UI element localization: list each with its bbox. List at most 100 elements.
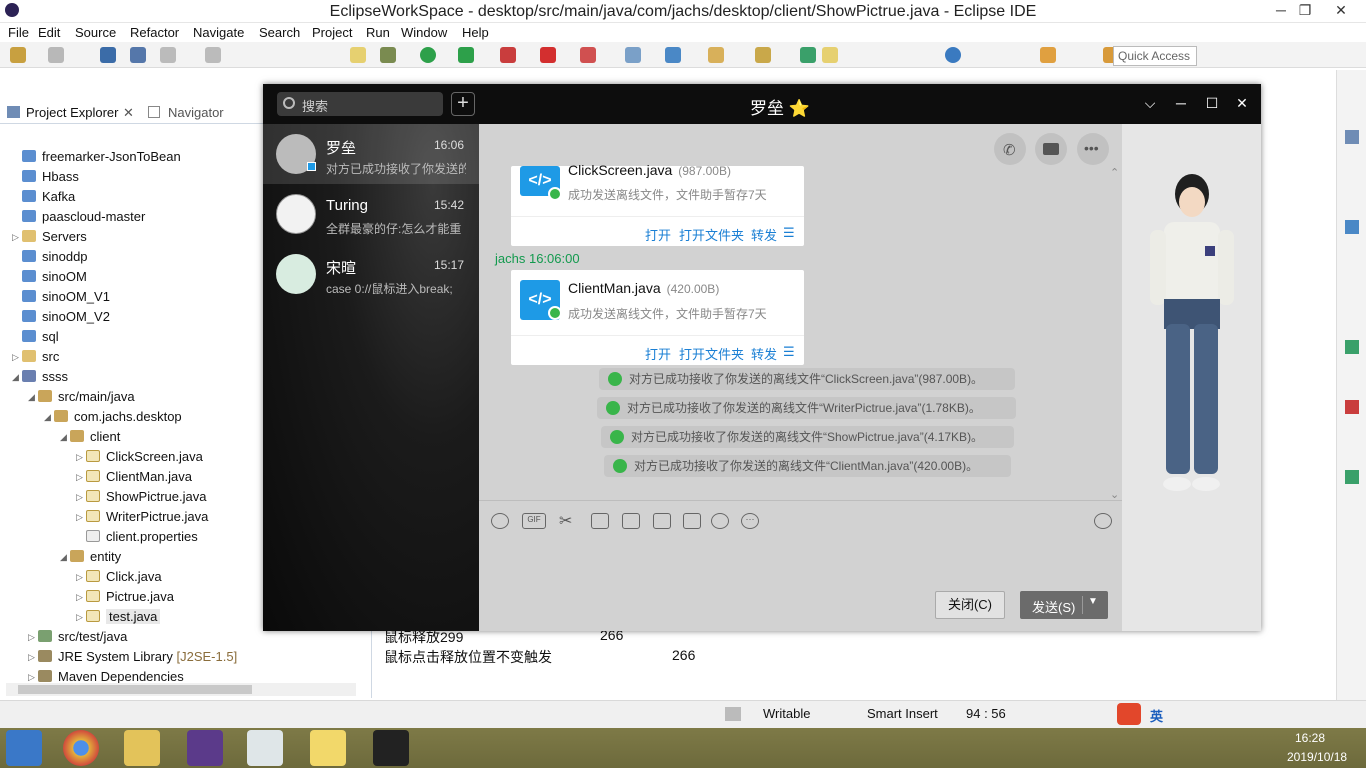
menu-project[interactable]: Project	[312, 25, 352, 40]
tree-item-selected[interactable]: test.java	[86, 607, 161, 627]
run-icon[interactable]	[420, 47, 436, 63]
tree-item[interactable]: Hbass	[22, 167, 79, 187]
new-class-icon[interactable]	[625, 47, 641, 63]
debug-icon[interactable]	[380, 47, 396, 63]
menu-source[interactable]: Source	[75, 25, 116, 40]
menu-file[interactable]: File	[8, 25, 29, 40]
sogou-ime-icon[interactable]	[1117, 703, 1141, 725]
menu-search[interactable]: Search	[259, 25, 300, 40]
tree-item[interactable]: src	[22, 347, 59, 367]
coverage-icon[interactable]	[458, 47, 474, 63]
qq-taskbar-icon[interactable]	[247, 730, 283, 766]
maximize-icon[interactable]: ❐	[1290, 2, 1320, 19]
tree-item[interactable]: WriterPictrue.java	[86, 507, 208, 527]
skip-breakpoints-icon[interactable]	[130, 47, 146, 63]
expand-arrow-icon[interactable]: ▷	[76, 567, 83, 587]
gif-icon[interactable]: GIF	[522, 513, 546, 529]
expand-arrow-icon[interactable]: ▷	[28, 647, 35, 667]
menu-window[interactable]: Window	[401, 25, 447, 40]
help-icon[interactable]	[1345, 130, 1359, 144]
tab-project-explorer[interactable]: Project Explorer	[26, 105, 118, 120]
tree-item[interactable]: Pictrue.java	[86, 587, 174, 607]
tree-item[interactable]: ssss	[22, 367, 68, 387]
collapse-arrow-icon[interactable]: ◢	[28, 387, 35, 407]
external-tools-icon[interactable]	[500, 47, 516, 63]
terminate-icon[interactable]	[205, 47, 221, 63]
open-type-icon[interactable]	[708, 47, 724, 63]
collapse-arrow-icon[interactable]: ◢	[60, 427, 67, 447]
expand-arrow-icon[interactable]: ▷	[76, 507, 83, 527]
menu-navigate[interactable]: Navigate	[193, 25, 244, 40]
menu-run[interactable]: Run	[366, 25, 390, 40]
tree-item[interactable]: sinoOM_V1	[22, 287, 110, 307]
collapse-arrow-icon[interactable]: ◢	[44, 407, 51, 427]
ime-mode-label[interactable]: 英	[1150, 706, 1163, 725]
open-link[interactable]: 打开	[645, 225, 671, 244]
deploy-icon[interactable]	[580, 47, 596, 63]
more-tools-icon[interactable]: ···	[741, 513, 759, 529]
globe-icon[interactable]	[945, 47, 961, 63]
video-call-button[interactable]	[1035, 133, 1067, 165]
tree-item[interactable]: sinoOM_V2	[22, 307, 110, 327]
expand-arrow-icon[interactable]: ▷	[76, 587, 83, 607]
close-icon[interactable]: ✕	[1326, 2, 1356, 19]
tree-item[interactable]: ClientMan.java	[86, 467, 192, 487]
contact-item-active[interactable]: 罗垒 16:06 对方已成功接收了你发送的	[263, 124, 479, 184]
collapse-arrow-icon[interactable]: ◢	[12, 367, 19, 387]
add-button[interactable]: +	[451, 92, 475, 116]
chrome-icon[interactable]	[63, 730, 99, 766]
collapse-arrow-icon[interactable]: ◢	[60, 547, 67, 567]
che-app-icon[interactable]	[373, 730, 409, 766]
expand-arrow-icon[interactable]: ▷	[76, 447, 83, 467]
close-icon[interactable]: ✕	[1232, 95, 1252, 112]
tree-item[interactable]: sinoddp	[22, 247, 88, 267]
annotation-icon[interactable]	[800, 47, 816, 63]
tree-item[interactable]: sinoOM	[22, 267, 87, 287]
tree-item[interactable]: src/test/java	[38, 627, 127, 647]
console-icon[interactable]	[1345, 470, 1359, 484]
shake-icon[interactable]	[653, 513, 671, 529]
forward-link[interactable]: 转发	[751, 344, 777, 363]
menu-icon[interactable]: ☰	[783, 225, 795, 241]
menu-icon[interactable]: ☰	[783, 344, 795, 360]
open-folder-link[interactable]: 打开文件夹	[679, 344, 744, 363]
contact-item[interactable]: 宋暄 15:17 case 0://鼠标进入break;	[263, 244, 479, 304]
help-app-icon[interactable]	[310, 730, 346, 766]
scissors-icon[interactable]: ✂	[559, 511, 577, 530]
chevron-down-icon[interactable]: ⌵	[1140, 95, 1160, 112]
red-packet-icon[interactable]	[683, 513, 701, 529]
tree-item[interactable]: src/main/java	[38, 387, 135, 407]
new-icon[interactable]	[10, 47, 26, 63]
file-explorer-icon[interactable]	[124, 730, 160, 766]
more-button[interactable]: •••	[1077, 133, 1109, 165]
menu-help[interactable]: Help	[462, 25, 489, 40]
tree-item[interactable]: paascloud-master	[22, 207, 145, 227]
menu-refactor[interactable]: Refactor	[130, 25, 179, 40]
tree-item[interactable]: client.properties	[86, 527, 198, 547]
tree-item[interactable]: freemarker-JsonToBean	[22, 147, 181, 167]
tree-item[interactable]: client	[70, 427, 120, 447]
tree-item[interactable]: com.jachs.desktop	[54, 407, 182, 427]
eclipse-taskbar-icon[interactable]	[187, 730, 223, 766]
phone-call-button[interactable]: ✆	[994, 133, 1026, 165]
menu-edit[interactable]: Edit	[38, 25, 60, 40]
history-icon[interactable]	[1094, 513, 1112, 529]
junit-icon[interactable]	[1345, 400, 1359, 414]
emoji-icon[interactable]	[491, 513, 509, 529]
tree-item[interactable]: Kafka	[22, 187, 75, 207]
tree-item[interactable]: entity	[70, 547, 121, 567]
tree-item[interactable]: Click.java	[86, 567, 162, 587]
tree-item[interactable]: ClickScreen.java	[86, 447, 203, 467]
forward-link[interactable]: 转发	[751, 225, 777, 244]
expand-arrow-icon[interactable]: ▷	[76, 607, 83, 627]
open-folder-link[interactable]: 打开文件夹	[679, 225, 744, 244]
prev-annotation-icon[interactable]	[1040, 47, 1056, 63]
send-button[interactable]: 发送(S) ▼	[1020, 591, 1108, 619]
image-icon[interactable]	[622, 513, 640, 529]
search-input[interactable]: 搜索	[277, 92, 443, 116]
minimize-icon[interactable]: ─	[1171, 95, 1191, 111]
expand-arrow-icon[interactable]: ▷	[12, 227, 19, 247]
expand-arrow-icon[interactable]: ▷	[76, 487, 83, 507]
folder-icon[interactable]	[591, 513, 609, 529]
windows-start-icon[interactable]	[6, 730, 42, 766]
